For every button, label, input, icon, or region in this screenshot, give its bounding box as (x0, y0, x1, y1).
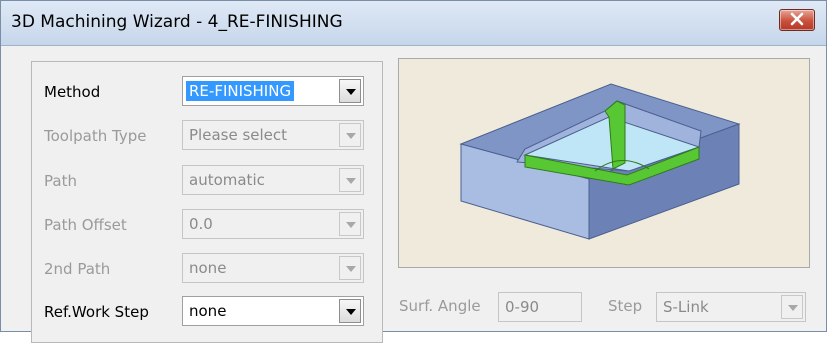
ref-work-step-label: Ref.Work Step (44, 303, 149, 321)
second-path-label: 2nd Path (44, 260, 111, 278)
method-value: RE-FINISHING (186, 81, 295, 101)
path-offset-select[interactable]: 0.0 (182, 209, 364, 239)
window-title: 3D Machining Wizard - 4_RE-FINISHING (11, 12, 343, 32)
method-label: Method (44, 83, 101, 101)
step-dropdown-button[interactable] (781, 295, 803, 319)
chevron-down-icon (788, 305, 798, 311)
close-button[interactable] (779, 9, 815, 31)
path-select[interactable]: automatic (182, 165, 364, 195)
chevron-down-icon (346, 309, 356, 315)
step-select[interactable]: S-Link (656, 292, 806, 322)
title-bar: 3D Machining Wizard - 4_RE-FINISHING (1, 1, 826, 46)
surf-angle-value: 0-90 (505, 298, 540, 316)
method-select[interactable]: RE-FINISHING (182, 76, 364, 106)
surf-angle-field[interactable]: 0-90 (498, 292, 582, 322)
toolpath-type-dropdown-button[interactable] (339, 123, 361, 147)
path-offset-value: 0.0 (189, 215, 213, 233)
path-label: Path (44, 172, 77, 190)
machining-preview (398, 58, 810, 268)
path-offset-dropdown-button[interactable] (339, 212, 361, 236)
chevron-down-icon (346, 89, 356, 95)
chevron-down-icon (346, 266, 356, 272)
toolpath-type-select[interactable]: Please select (182, 120, 364, 150)
chevron-down-icon (346, 222, 356, 228)
toolpath-type-value: Please select (189, 126, 288, 144)
parameters-panel: Method RE-FINISHING Toolpath Type Please… (31, 61, 383, 343)
ref-work-step-dropdown-button[interactable] (339, 299, 361, 323)
path-value: automatic (189, 171, 265, 189)
chevron-down-icon (346, 178, 356, 184)
ref-work-step-select[interactable]: none (182, 296, 364, 326)
close-icon (790, 12, 804, 26)
second-path-value: none (189, 259, 227, 277)
second-path-select[interactable]: none (182, 253, 364, 283)
step-value: S-Link (663, 298, 709, 316)
toolpath-type-label: Toolpath Type (44, 127, 147, 145)
step-label: Step (608, 297, 643, 315)
wizard-window: 3D Machining Wizard - 4_RE-FINISHING Met… (0, 0, 827, 343)
surf-angle-label: Surf. Angle (399, 297, 481, 315)
path-dropdown-button[interactable] (339, 168, 361, 192)
chevron-down-icon (346, 133, 356, 139)
second-path-dropdown-button[interactable] (339, 256, 361, 280)
ref-work-step-value: none (189, 302, 227, 320)
refinishing-illustration (459, 83, 741, 240)
method-dropdown-button[interactable] (339, 79, 361, 103)
path-offset-label: Path Offset (44, 216, 127, 234)
